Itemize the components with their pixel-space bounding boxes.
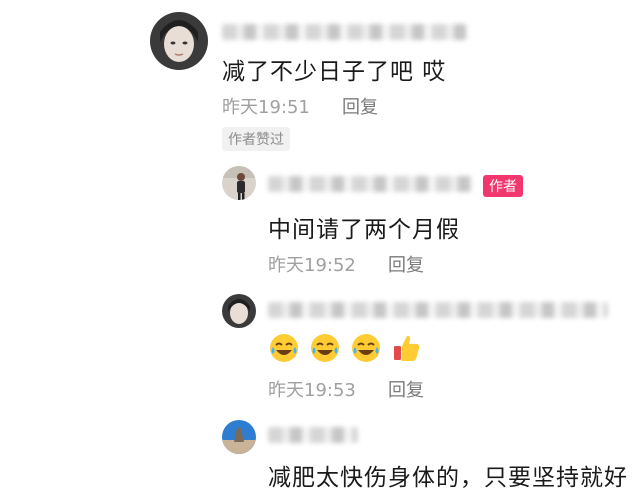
emoji-row (268, 332, 427, 366)
author-liked-badge: 作者赞过 (222, 127, 290, 151)
comment-timestamp: 昨天19:53 (268, 380, 356, 401)
username-blurred[interactable] (268, 302, 608, 318)
comment-timestamp: 昨天19:52 (268, 255, 356, 276)
user-avatar-photo (150, 12, 208, 70)
user-avatar-photo (222, 166, 256, 200)
comment-text: 减肥太快伤身体的，只要坚持就好 (268, 465, 628, 491)
avatar[interactable] (222, 166, 256, 200)
reply-button[interactable]: 回复 (388, 376, 424, 402)
avatar[interactable] (150, 12, 208, 70)
comment-text: 减了不少日子了吧 哎 (222, 59, 447, 85)
comment-timestamp: 昨天19:51 (222, 97, 310, 118)
reply-button[interactable]: 回复 (342, 93, 378, 119)
username-blurred[interactable] (268, 427, 358, 443)
tears-of-joy-icon (309, 332, 341, 364)
author-badge: 作者 (483, 175, 523, 197)
avatar[interactable] (222, 294, 256, 328)
tears-of-joy-icon (268, 332, 300, 364)
username-blurred[interactable] (222, 24, 467, 40)
username-blurred[interactable] (268, 176, 473, 192)
reply-button[interactable]: 回复 (388, 251, 424, 277)
tears-of-joy-icon (350, 332, 382, 364)
thumbs-up-icon (391, 332, 423, 364)
avatar[interactable] (222, 420, 256, 454)
user-avatar-photo (222, 420, 256, 454)
comment-text: 中间请了两个月假 (268, 217, 460, 243)
user-avatar-photo (222, 294, 256, 328)
